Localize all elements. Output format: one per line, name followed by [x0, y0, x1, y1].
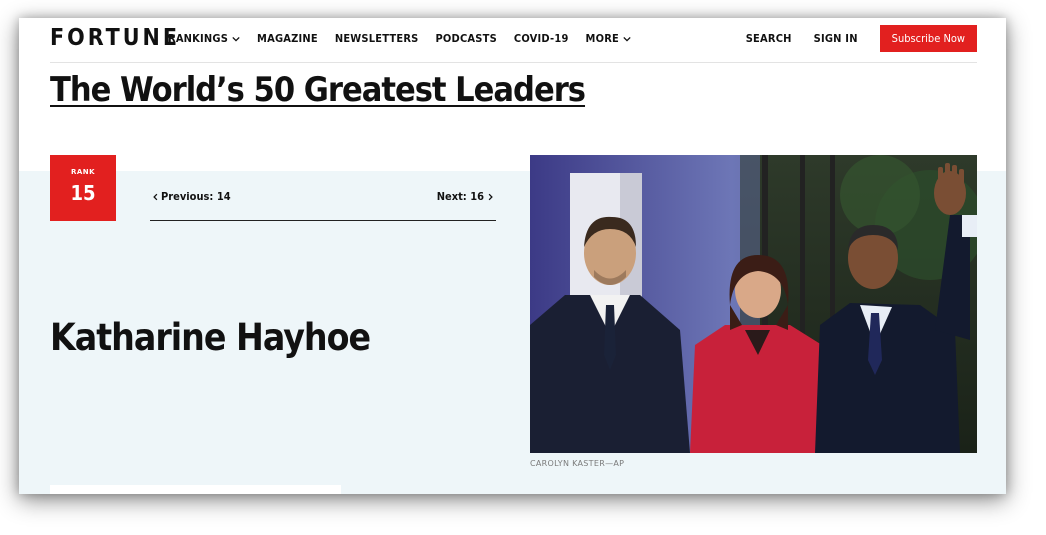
event-photo-illustration	[530, 155, 977, 453]
nav-rankings-label: RANKINGS	[168, 32, 229, 45]
chevron-down-icon	[232, 36, 240, 42]
subscribe-button[interactable]: Subscribe Now	[879, 25, 977, 52]
sign-in-link[interactable]: SIGN IN	[814, 32, 858, 45]
nav-more-label: MORE	[585, 32, 619, 45]
search-link[interactable]: SEARCH	[746, 32, 792, 45]
previous-link[interactable]: Previous: 14	[152, 190, 231, 203]
fortune-logo[interactable]: FORTUNE	[50, 27, 180, 50]
next-label: Next: 16	[436, 190, 484, 203]
main-nav: RANKINGS MAGAZINE NEWSLETTERS PODCASTS C…	[168, 32, 648, 45]
rank-number: 15	[70, 181, 96, 205]
rank-label: RANK	[70, 168, 96, 176]
nav-podcasts[interactable]: PODCASTS	[435, 32, 496, 45]
leader-photo	[530, 155, 977, 453]
nav-newsletters[interactable]: NEWSLETTERS	[335, 32, 419, 45]
page-title[interactable]: The World’s 50 Greatest Leaders	[50, 70, 586, 110]
rank-badge: RANK 15	[50, 155, 116, 221]
chevron-right-icon	[488, 193, 493, 201]
nav-actions: SEARCH SIGN IN Subscribe Now	[746, 25, 977, 52]
chevron-left-icon	[153, 193, 158, 201]
photo-credit: CAROLYN KASTER—AP	[530, 459, 625, 468]
browser-page: FORTUNE RANKINGS MAGAZINE NEWSLETTERS PO…	[19, 18, 1006, 494]
content-card	[50, 485, 341, 494]
nav-more[interactable]: MORE	[586, 32, 631, 45]
nav-magazine[interactable]: MAGAZINE	[257, 32, 318, 45]
previous-label: Previous: 14	[161, 190, 231, 203]
next-link[interactable]: Next: 16	[437, 190, 494, 203]
chevron-down-icon	[623, 36, 631, 42]
nav-covid-19[interactable]: COVID-19	[514, 32, 569, 45]
top-navigation: FORTUNE RANKINGS MAGAZINE NEWSLETTERS PO…	[50, 18, 977, 63]
nav-rankings[interactable]: RANKINGS	[168, 32, 240, 45]
leader-name: Katharine Hayhoe	[50, 316, 371, 359]
rank-pager: Previous: 14 Next: 16	[150, 188, 496, 221]
